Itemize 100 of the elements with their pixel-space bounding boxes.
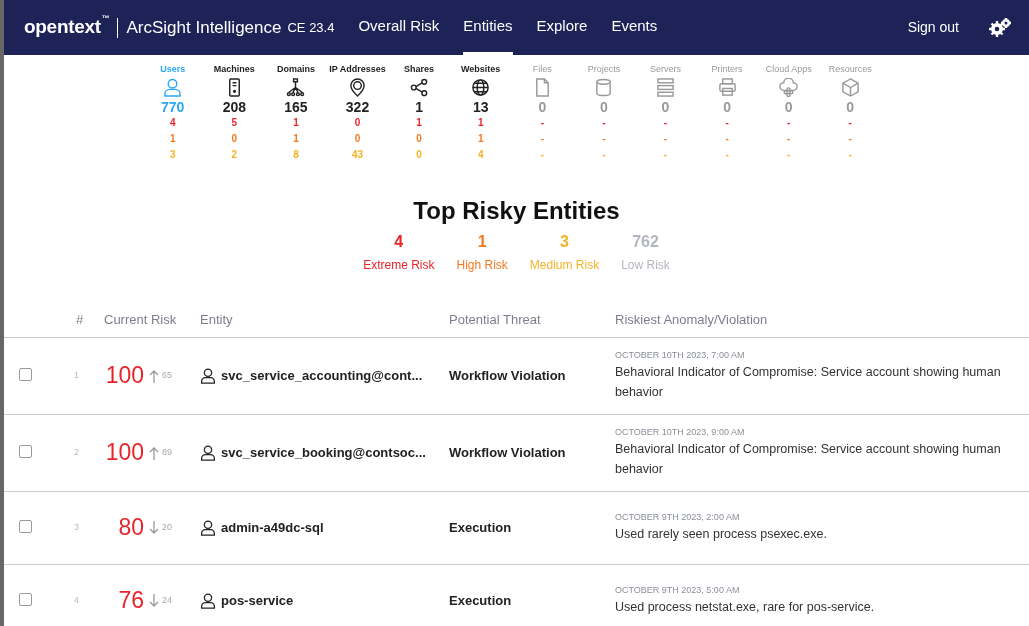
medium-count: - [847,147,853,162]
anomaly-text: Used rarely seen process psexec.exe. [615,526,828,544]
globe-icon [471,78,491,97]
medium-count: 8 [292,147,300,162]
extreme-count: - [601,115,607,130]
row-number: 2 [74,445,80,459]
risk-level-label: High Risk [456,256,508,274]
risk-delta: 89 [162,445,172,459]
category-total: 770 [160,98,186,115]
share-icon [409,78,429,97]
category-tab[interactable]: Machines 208 5 0 2 [203,63,266,163]
column-header: Entity [200,311,234,330]
category-total: 0 [537,98,548,115]
extreme-count: 1 [476,115,485,130]
nav-tab[interactable]: Events [611,0,658,55]
medium-count: 4 [476,147,485,162]
anomaly-text: Behavioral Indicator of Compromise: Service account showing human behavior [615,441,1002,479]
nav-tab[interactable]: Explore [536,0,588,55]
nav-tab[interactable]: Overall Risk [358,0,440,55]
network-tree-icon [286,78,306,97]
extreme-count: 1 [292,115,300,130]
category-total: 165 [283,98,309,115]
category-tab[interactable]: Websites 13 1 1 4 [449,63,512,163]
category-total: 0 [660,98,671,115]
column-header: Current Risk [104,311,178,330]
event-date: OCTOBER 10TH 2023, 9:00 AM [615,425,746,439]
row-number: 1 [74,368,80,382]
threat-label: Workflow Violation [449,443,567,462]
nav-tab[interactable]: Entities [463,0,513,55]
row-checkbox[interactable] [19,367,32,381]
category-tab[interactable]: Domains 165 1 1 8 [265,63,327,163]
high-count: 1 [292,131,300,146]
category-label: Cloud Apps [764,63,813,76]
medium-count: - [786,147,792,162]
column-header: Riskiest Anomaly/Violation [615,311,769,330]
medium-count: - [662,147,669,162]
person-icon [200,519,216,536]
risk-count: 4 [393,231,405,252]
category-label: Users [159,63,187,76]
category-label: Domains [275,63,316,76]
server-stack-icon [656,78,675,97]
entity-link[interactable]: admin-a49dc-sql [221,517,324,538]
risk-level-label: Medium Risk [529,256,600,274]
threat-label: Execution [449,518,513,537]
entity-link[interactable]: svc_service_accounting@cont... [221,365,423,386]
category-label: Files [531,63,553,76]
risk-delta: 65 [162,368,172,382]
category-total: 0 [599,98,609,115]
high-count: - [601,131,607,146]
row-checkbox[interactable] [19,444,32,458]
person-icon [200,444,216,461]
category-label: Machines [212,63,256,76]
medium-count: 0 [415,147,423,162]
printer-icon [717,78,737,97]
risk-count: 3 [559,231,570,252]
product-name: ArcSight Intelligence [126,16,282,39]
high-count: - [847,131,853,146]
person-icon [200,367,216,384]
medium-count: - [601,147,607,162]
anomaly-text: Used process netstat.exe, rare for pos-service. [615,599,876,617]
sign-out-link[interactable]: Sign out [901,16,965,39]
risk-delta: 24 [162,593,172,607]
entity-link[interactable]: svc_service_booking@contsoc... [221,442,426,463]
person-icon [163,78,183,97]
column-header: # [75,311,85,330]
category-total: 322 [344,98,371,115]
risk-score: 100 [104,361,144,391]
category-total: 0 [722,98,732,115]
high-count: - [539,131,545,146]
extreme-count: - [662,115,669,130]
extreme-count: 0 [353,115,362,130]
row-number: 4 [74,593,80,607]
risk-score: 80 [117,513,144,543]
event-date: OCTOBER 9TH 2023, 5:00 AM [615,583,741,597]
event-date: OCTOBER 10TH 2023, 7:00 AM [615,348,746,362]
category-tab[interactable]: Users 770 4 1 3 [141,63,204,163]
medium-count: - [539,147,545,162]
threat-label: Workflow Violation [449,366,567,385]
risk-score: 100 [104,438,144,468]
risk-level-label: Low Risk [621,256,670,274]
risk-count: 1 [476,231,488,252]
category-label: Resources [827,63,873,76]
entity-link[interactable]: pos-service [221,590,294,611]
category-tab[interactable]: IP Addresses 322 0 0 43 [326,63,389,163]
location-pin-icon [348,78,367,97]
row-checkbox[interactable] [19,519,32,533]
category-label: Printers [710,63,744,76]
row-checkbox[interactable] [19,592,32,606]
category-tab[interactable]: Shares 1 1 0 0 [388,63,450,163]
extreme-count: - [539,115,545,130]
cube-icon [840,78,860,97]
medium-count: 2 [230,147,239,162]
extreme-count: - [724,115,730,130]
high-count: - [662,131,669,146]
risk-level-label: Extreme Risk [363,256,435,274]
high-count: 0 [353,131,362,146]
risk-delta: 20 [162,520,172,534]
category-total: 0 [845,98,856,115]
settings-icon[interactable] [989,17,1011,38]
medium-count: 43 [350,147,365,162]
